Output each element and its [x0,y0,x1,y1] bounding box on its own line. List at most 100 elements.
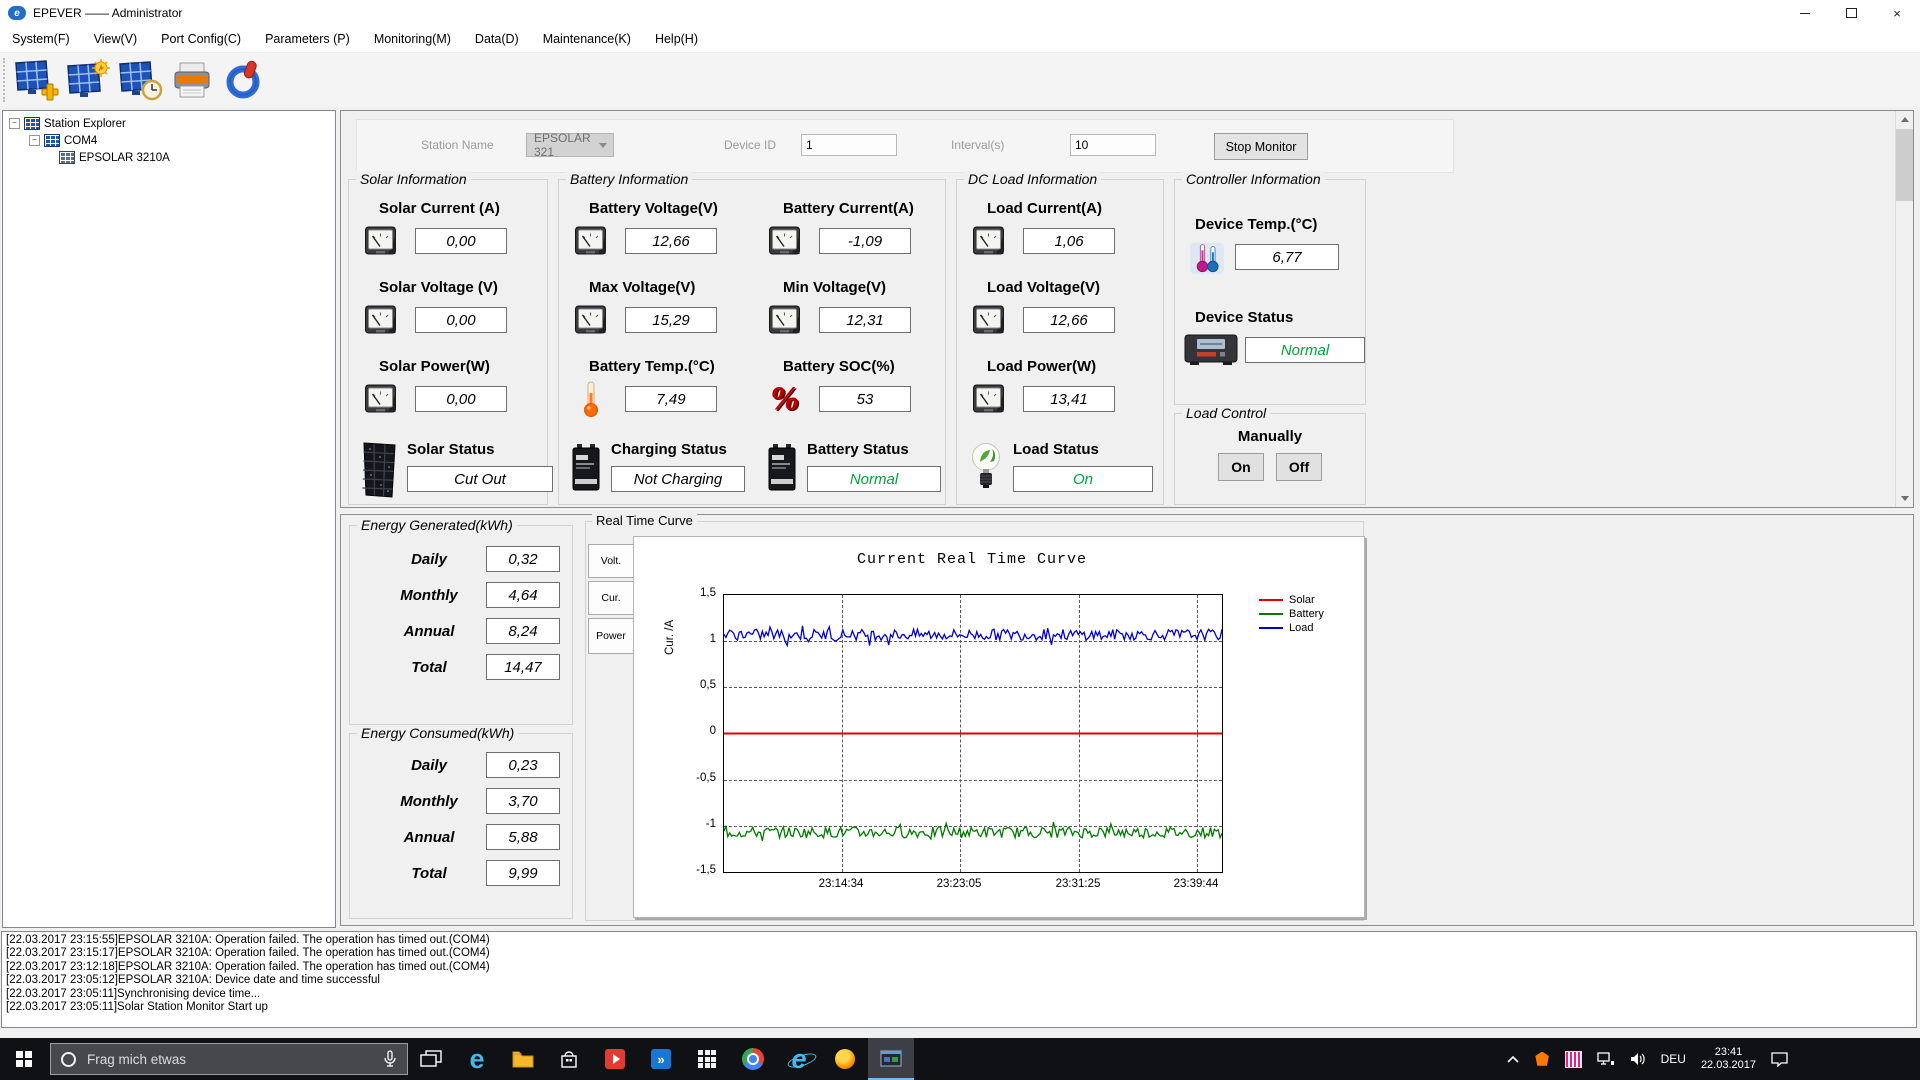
blue-app-icon: » [651,1049,671,1069]
media-player-icon [605,1049,625,1069]
tab-power[interactable]: Power [588,618,634,654]
taskbar-grid-app[interactable] [684,1038,730,1080]
taskbar-media-app[interactable] [592,1038,638,1080]
energy-row: Daily 0,23 [386,752,572,778]
tab-cur[interactable]: Cur. [588,581,634,615]
monitor-config-bar: Station Name EPSOLAR 321 Device ID Inter… [356,119,1454,173]
device-id-input[interactable] [801,134,897,156]
taskbar-chrome[interactable] [730,1038,776,1080]
network-tray-icon[interactable] [1597,1052,1615,1066]
microphone-icon[interactable] [383,1050,397,1068]
menu-data[interactable]: Data(D) [463,28,531,50]
charge-controller-icon [1183,332,1239,368]
dual-thermometer-icon [1189,239,1225,275]
y-tick: 1,5 [682,587,716,599]
taskbar-file-explorer[interactable] [500,1038,546,1080]
energy-generated-group: Energy Generated(kWh) Daily 0,32 Monthly… [349,525,573,725]
interval-input[interactable] [1070,134,1156,156]
load-power-value: 13,41 [1023,386,1115,412]
solar-panel-icon [359,441,399,504]
close-button[interactable]: × [1874,0,1920,26]
print-button[interactable] [167,56,217,104]
windows-logo-icon [16,1051,32,1067]
collapse-icon[interactable]: − [29,135,40,146]
tree-node-label: EPSOLAR 3210A [79,152,170,164]
generated-total-value: 14,47 [486,654,560,680]
taskbar-store[interactable] [546,1038,592,1080]
taskbar-blue-app[interactable]: » [638,1038,684,1080]
minimize-icon [1800,13,1810,14]
start-button[interactable] [0,1038,48,1080]
battery-information-group: Battery Information Battery Voltage(V) 1… [558,179,946,505]
menu-maintenance[interactable]: Maintenance(K) [531,28,643,50]
task-view-icon [420,1050,442,1068]
volume-tray-icon[interactable] [1630,1052,1646,1066]
gauge-icon [363,381,399,417]
max-voltage-value: 15,29 [625,307,717,333]
menu-system[interactable]: System(F) [0,28,82,50]
add-station-button[interactable] [11,56,61,104]
antivirus-tray-icon[interactable] [1535,1052,1550,1067]
minimize-button[interactable] [1782,0,1828,26]
load-off-button[interactable]: Off [1276,453,1322,481]
arrow-up-icon [1901,117,1909,122]
interval-label: Interval(s) [951,138,1004,152]
search-input[interactable] [85,1051,383,1068]
grid-app-icon [698,1050,716,1068]
keyboard-language[interactable]: DEU [1661,1052,1686,1066]
load-on-button[interactable]: On [1218,453,1264,481]
power-exit-button[interactable] [219,56,269,104]
scroll-up-button[interactable] [1896,111,1913,128]
restore-button[interactable] [1828,0,1874,26]
station-icon [24,117,40,130]
taskbar-edge[interactable]: e [454,1038,500,1080]
load-current-value: 1,06 [1023,228,1115,254]
tree-node-epsolar-3210a[interactable]: EPSOLAR 3210A [3,149,335,166]
load-voltage-field: Load Voltage(V) 12,66 [971,279,1163,338]
station-name-select[interactable]: EPSOLAR 321 [526,133,614,157]
tree-node-station-explorer[interactable]: − Station Explorer [3,115,335,132]
battery-current-field: Battery Current(A) -1,09 [767,200,943,259]
scrollbar-thumb[interactable] [1896,129,1913,201]
station-time-button[interactable] [115,56,165,104]
tree-node-com4[interactable]: − COM4 [3,132,335,149]
tray-chevron-up-icon[interactable] [1506,1055,1520,1064]
clock[interactable]: 23:41 22.03.2017 [1701,1046,1756,1072]
load-voltage-value: 12,66 [1023,307,1115,333]
collapse-icon[interactable]: − [9,118,20,129]
action-center-icon[interactable] [1771,1052,1788,1067]
stop-monitor-button[interactable]: Stop Monitor [1214,133,1308,160]
task-view-button[interactable] [408,1038,454,1080]
menu-help[interactable]: Help(H) [643,28,710,50]
station-settings-button[interactable] [63,56,113,104]
row-label: Daily [386,757,472,774]
menu-view[interactable]: View(V) [82,28,150,50]
series-line-battery [724,822,1222,841]
cortana-search-box[interactable] [50,1043,408,1075]
taskbar-solar-monitor-active[interactable] [868,1038,914,1080]
taskbar-internet-explorer[interactable]: e [776,1038,822,1080]
field-label: Max Voltage(V) [589,279,753,296]
solar-monitor-window-icon [880,1050,902,1067]
scroll-down-button[interactable] [1896,490,1913,507]
battery-status-label: Battery Status [807,441,941,458]
legend-item-solar: Solar [1259,594,1324,606]
log-line: [22.03.2017 23:12:18]EPSOLAR 3210A: Oper… [6,961,1912,974]
legend-swatch [1259,613,1283,615]
station-name-value: EPSOLAR 321 [534,131,599,159]
vertical-scrollbar[interactable] [1895,111,1913,507]
device-icon [59,151,75,164]
load-control-group: Load Control Manually On Off [1174,413,1366,505]
tab-volt[interactable]: Volt. [588,544,634,578]
pink-striped-tray-icon[interactable] [1565,1051,1582,1068]
percent-icon: % [767,381,803,417]
chart-legend: Solar Battery Load [1259,594,1324,636]
menu-parameters[interactable]: Parameters (P) [253,28,362,50]
menu-port-config[interactable]: Port Config(C) [149,28,253,50]
menu-monitoring[interactable]: Monitoring(M) [362,28,463,50]
energy-row: Annual 5,88 [386,824,572,850]
taskbar-epsolar-app[interactable] [822,1038,868,1080]
row-label: Monthly [386,793,472,810]
energy-consumed-group: Energy Consumed(kWh) Daily 0,23 Monthly … [349,733,573,919]
row-label: Annual [386,829,472,846]
